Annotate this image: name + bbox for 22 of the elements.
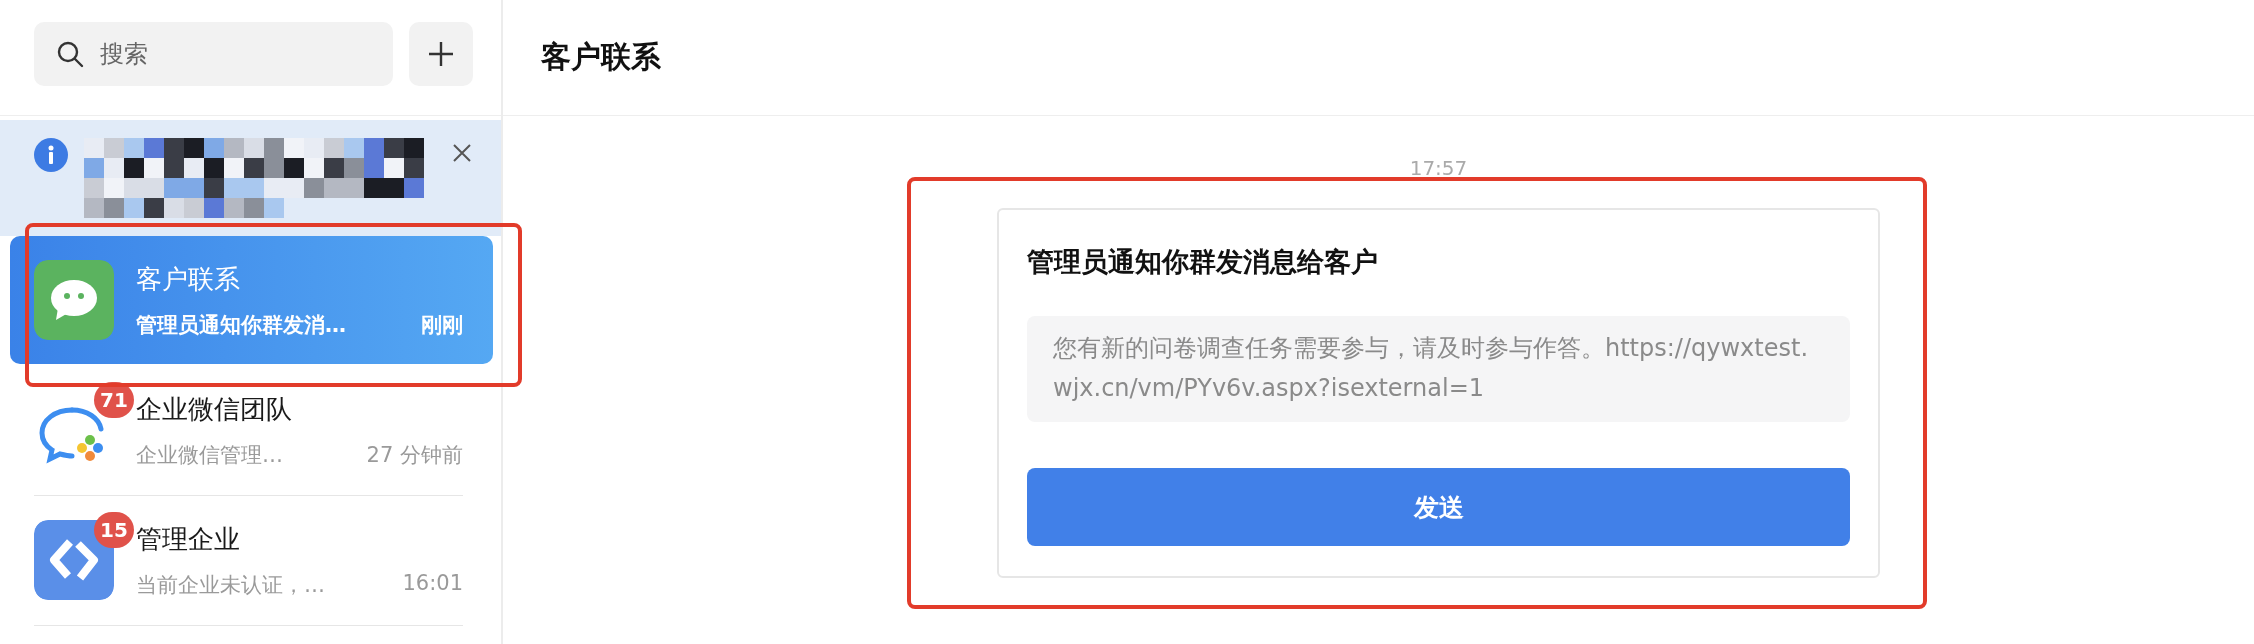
search-field[interactable]: 搜索 bbox=[34, 22, 393, 86]
message-preview: 当前企业未认证，… bbox=[136, 571, 325, 599]
message-time: 刚刚 bbox=[421, 311, 463, 339]
message-time: 17:57 bbox=[1409, 156, 1468, 180]
conversation-name: 管理企业 bbox=[136, 522, 241, 556]
card-title: 管理员通知你群发消息给客户 bbox=[1027, 245, 1379, 279]
conversation-name: 企业微信团队 bbox=[136, 392, 293, 426]
chat-bubble-icon bbox=[34, 260, 114, 340]
plus-icon bbox=[427, 40, 455, 68]
conversation-name: 客户联系 bbox=[136, 262, 241, 296]
chat-title: 客户联系 bbox=[541, 38, 661, 76]
message-text: 您有新的问卷调查任务需要参与，请及时参与作答。https://qywxtest.wjx.cn/vm/PYv6v.aspx?isexternal=1 bbox=[1027, 316, 1850, 422]
unread-badge: 15 bbox=[94, 512, 134, 548]
send-button[interactable]: 发送 bbox=[1027, 468, 1850, 546]
add-button[interactable] bbox=[409, 22, 473, 86]
message-preview: 企业微信管理… bbox=[136, 441, 283, 469]
conversation-item[interactable]: 71 企业微信团队 企业微信管理… 27 分钟前 bbox=[10, 366, 493, 494]
info-icon bbox=[34, 138, 68, 172]
message-time: 27 分钟前 bbox=[366, 441, 463, 469]
conversation-item[interactable]: 15 管理企业 当前企业未认证，… 16:01 bbox=[10, 496, 493, 624]
message-preview: 管理员通知你群发消… bbox=[136, 311, 346, 339]
message-time: 16:01 bbox=[402, 570, 463, 597]
